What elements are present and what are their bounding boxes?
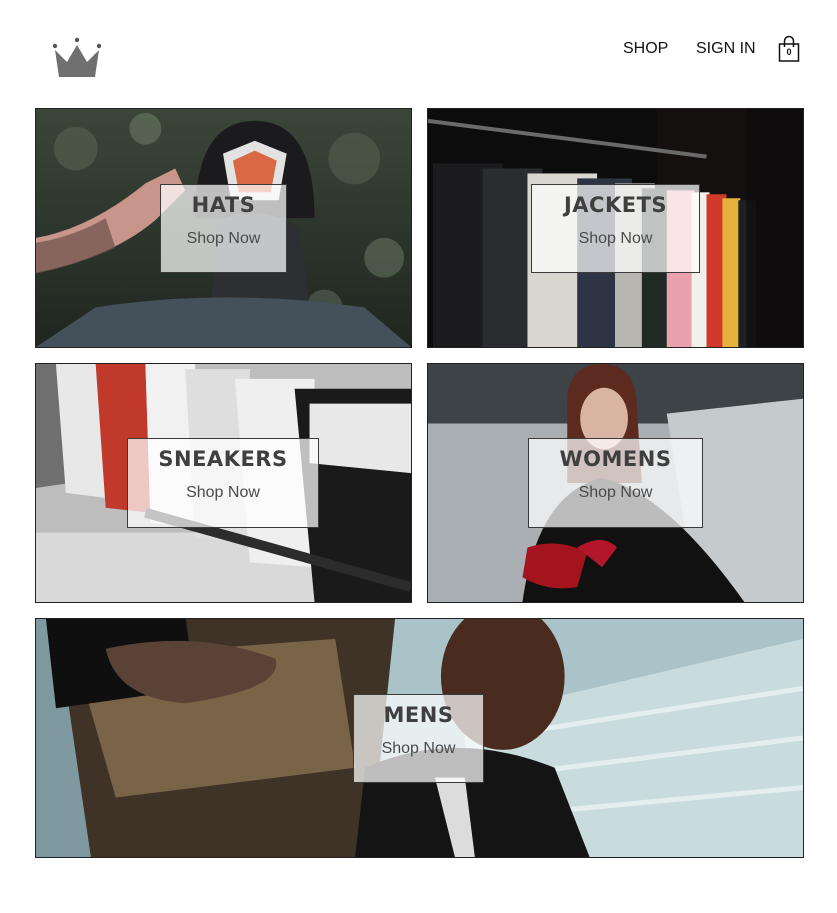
shop-now-link-mens[interactable]: Shop Now xyxy=(354,739,483,759)
category-label-jackets: JACKETS Shop Now xyxy=(531,184,700,273)
shop-now-link-womens[interactable]: Shop Now xyxy=(529,483,702,503)
category-title-mens: MENS xyxy=(383,703,454,727)
category-title-womens: WOMENS xyxy=(559,447,672,471)
category-tile-jackets[interactable]: JACKETS Shop Now xyxy=(427,108,804,348)
category-label-womens: WOMENS Shop Now xyxy=(528,438,703,528)
nav-sign-in-link[interactable]: SIGN IN xyxy=(696,39,756,59)
cart-button[interactable]: 0 xyxy=(777,35,801,63)
shop-now-link-sneakers[interactable]: Shop Now xyxy=(128,483,318,503)
site-header: SHOP SIGN IN 0 xyxy=(0,0,837,100)
category-title-hats: HATS xyxy=(191,193,256,217)
shop-now-link-hats[interactable]: Shop Now xyxy=(161,229,286,249)
shop-now-link-jackets[interactable]: Shop Now xyxy=(532,229,699,249)
category-title-jackets: JACKETS xyxy=(563,193,668,217)
category-title-sneakers: SNEAKERS xyxy=(158,447,288,471)
category-tile-sneakers[interactable]: SNEAKERS Shop Now xyxy=(35,363,412,603)
cart-count: 0 xyxy=(786,47,792,57)
crown-icon[interactable] xyxy=(50,36,104,80)
category-label-sneakers: SNEAKERS Shop Now xyxy=(127,438,319,528)
category-label-mens: MENS Shop Now xyxy=(353,694,484,783)
category-tile-mens[interactable]: MENS Shop Now xyxy=(35,618,804,858)
category-tile-womens[interactable]: WOMENS Shop Now xyxy=(427,363,804,603)
category-label-hats: HATS Shop Now xyxy=(160,184,287,273)
category-tile-hats[interactable]: HATS Shop Now xyxy=(35,108,412,348)
nav-shop-link[interactable]: SHOP xyxy=(623,39,668,59)
